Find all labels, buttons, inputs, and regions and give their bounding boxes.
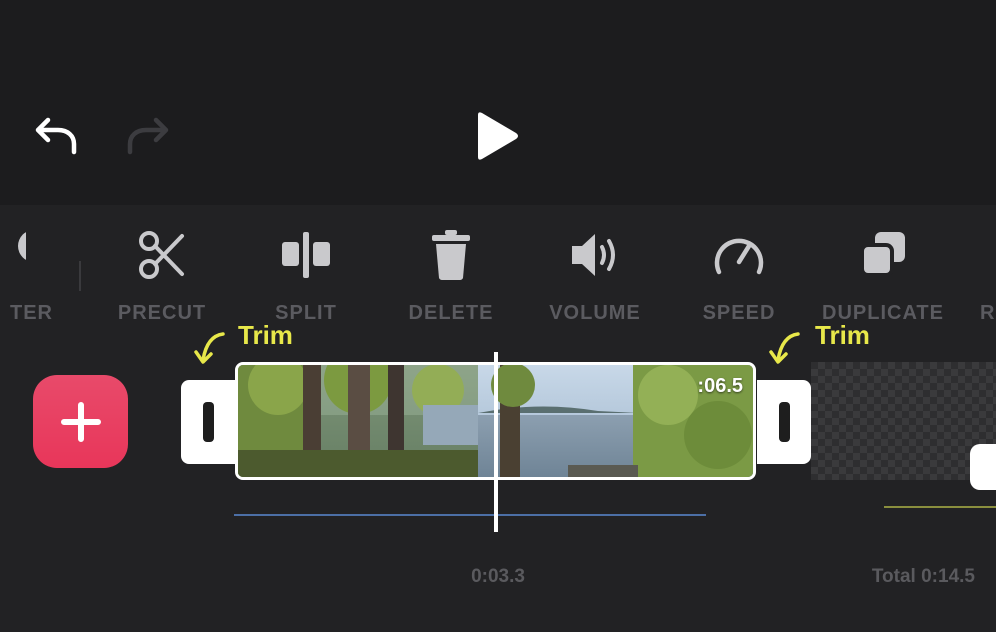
playhead[interactable] [494,352,498,532]
toolbar-filter[interactable]: TER [0,226,65,336]
toolbar-next-item[interactable]: R [962,226,996,336]
toolbar-volume-label: VOLUME [549,302,641,324]
scissors-icon [139,231,184,279]
toolbar-delete-label: DELETE [408,302,494,324]
redo-icon [127,117,169,155]
undo-button[interactable] [34,114,80,158]
toolbar-speed[interactable]: SPEED [674,226,804,336]
empty-track-area [811,362,996,480]
trim-handle-grip [779,402,790,442]
toolbar-filter-label: TER [10,302,53,324]
trim-right-arrow-icon [769,332,800,364]
undo-icon [35,117,77,155]
filter-icon [18,232,26,260]
volume-icon [572,234,615,276]
play-button[interactable] [472,110,522,162]
trim-handle-right[interactable] [757,380,811,464]
audio-track-line [234,514,706,516]
side-handle[interactable] [970,444,996,490]
duplicate-icon [860,232,905,277]
secondary-track-line [884,506,996,508]
trim-left-annotation: Trim [238,320,293,350]
total-time: Total 0:14.5 [871,566,975,587]
clip-duration: :06.5 [697,375,743,397]
add-media-button[interactable] [33,375,128,468]
toolbar-delete[interactable]: DELETE [386,226,516,336]
toolbar-precut-label: PRECUT [117,302,207,324]
plus-icon [61,402,101,442]
trim-handle-grip [203,402,214,442]
play-icon [478,112,518,160]
speedometer-icon [714,238,764,275]
redo-button[interactable] [126,114,172,158]
toolbar-speed-label: SPEED [702,302,776,324]
toolbar-volume[interactable]: VOLUME [530,226,660,336]
preview-header [0,0,996,205]
toolbar-divider [79,261,81,291]
trim-right-annotation: Trim [815,320,870,350]
trash-icon [432,230,470,280]
trim-left-arrow-icon [194,332,225,364]
toolbar-next-item-label: R [980,302,996,324]
current-time: 0:03.3 [471,566,525,587]
trim-handle-left[interactable] [181,380,235,464]
split-icon [282,232,330,278]
toolbar-precut[interactable]: PRECUT [97,226,227,336]
